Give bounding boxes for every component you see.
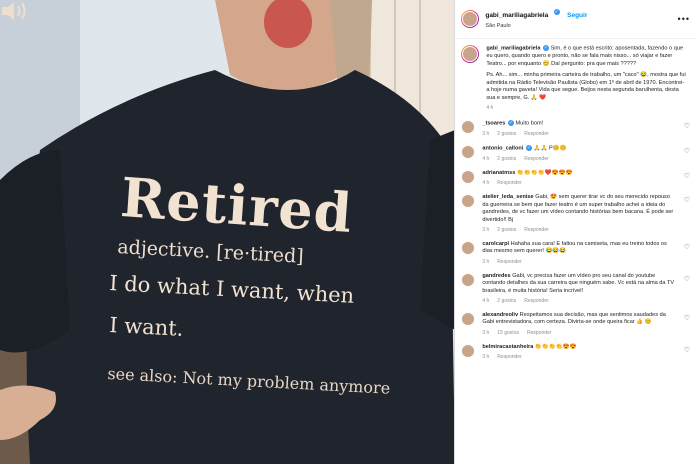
comment-text: 👏👏👏👏❤️😍😍😍 <box>516 170 573 177</box>
caption-text-2: Ps. Ah... sim... minha primeira carteira… <box>486 72 686 102</box>
reply-button[interactable]: Responder <box>524 131 548 137</box>
comment-likes[interactable]: 15 gostos <box>497 330 519 336</box>
comment-avatar[interactable] <box>461 170 476 185</box>
post-photo[interactable]: Retired adjective. [re·tired] I do what … <box>0 0 455 464</box>
reply-button[interactable]: Responder <box>497 259 521 265</box>
comment-avatar[interactable] <box>461 312 476 327</box>
comment-row: belmiracastanheira 👏👏👏👏😍😍 3 h Responder ♡ <box>461 343 690 361</box>
comment-username[interactable]: antonio_calloni <box>482 146 523 152</box>
photo-illustration <box>0 0 455 464</box>
caption-avatar[interactable] <box>461 45 480 63</box>
comment-username[interactable]: atelier_leda_senise <box>482 194 533 200</box>
comment-likes[interactable]: 2 gostos <box>497 227 516 233</box>
comment-time: 4 h <box>482 298 490 305</box>
comment-time: 4 h <box>482 156 490 163</box>
comment-row: adrianatmss 👏👏👏👏❤️😍😍😍 4 h Responder ♡ <box>461 170 690 186</box>
reply-button[interactable]: Responder <box>524 227 548 233</box>
comment-username[interactable]: adrianatmss <box>482 170 515 176</box>
follow-button[interactable]: Seguir <box>567 12 587 19</box>
comment-likes[interactable]: 2 gostos <box>497 298 516 304</box>
header-username[interactable]: gabi_mariliagabriela <box>485 12 548 19</box>
comment-avatar[interactable] <box>461 272 476 287</box>
like-heart-icon[interactable]: ♡ <box>684 346 690 354</box>
reply-button[interactable]: Responder <box>524 298 548 304</box>
comment-text: Gabi, vc precisa fazer um vídeo pro seu … <box>482 272 675 294</box>
reply-button[interactable]: Responder <box>497 354 521 360</box>
comment-time: 3 h <box>482 354 490 361</box>
comment-text: 👏👏👏👏😍😍 <box>534 343 577 350</box>
comment-row: atelier_leda_senise Gabi, 😍 sem querer t… <box>461 194 690 233</box>
comment-username[interactable]: _tsoares <box>482 121 505 127</box>
comment-username[interactable]: gandredes <box>482 273 510 279</box>
like-heart-icon[interactable]: ♡ <box>684 196 690 204</box>
comment-row: carolcarpi Hahaha sua cara! E faltou na … <box>461 241 690 265</box>
reply-button[interactable]: Responder <box>524 156 548 162</box>
avatar[interactable] <box>461 10 480 28</box>
comment-row: _tsoares ✓ Muito bom! 3 h 2 gostos Responde… <box>461 120 690 137</box>
comment-time: 3 h <box>482 258 490 265</box>
like-heart-icon[interactable]: ♡ <box>684 275 690 283</box>
comment-username[interactable]: alexandreoliv <box>482 312 518 318</box>
comment-avatar[interactable] <box>461 343 476 358</box>
reply-button[interactable]: Responder <box>497 180 521 186</box>
caption-username[interactable]: gabi_mariliagabriela <box>486 45 540 51</box>
verified-icon: ✓ <box>507 120 514 127</box>
comment-avatar[interactable] <box>461 120 476 135</box>
location-link[interactable]: São Paulo <box>485 21 587 31</box>
comment-time: 3 h <box>482 329 490 336</box>
more-options-icon[interactable]: ••• <box>678 14 690 24</box>
comment-avatar[interactable] <box>461 145 476 160</box>
comment-likes[interactable]: 2 gostos <box>497 156 516 162</box>
comment-list: _tsoares ✓ Muito bom! 3 h 2 gostos Responde… <box>461 120 690 360</box>
comments-scroll-area[interactable]: gabi_mariliagabriela ✓ Sim, é o que está… <box>455 39 696 464</box>
caption-time: 4 h <box>486 104 494 111</box>
comment-row: antonio_calloni ✓ 🙏🙏 P😊😊 4 h 2 gostos Respo… <box>461 145 690 162</box>
like-heart-icon[interactable]: ♡ <box>684 122 690 130</box>
like-heart-icon[interactable]: ♡ <box>684 147 690 155</box>
comment-text: Hahaha sua cara! E faltou na camiseta, m… <box>482 241 667 255</box>
like-heart-icon[interactable]: ♡ <box>684 314 690 322</box>
comment-avatar[interactable] <box>461 241 476 256</box>
comment-text: 🙏🙏 P😊😊 <box>533 145 567 152</box>
reply-button[interactable]: Responder <box>527 330 551 336</box>
comment-username[interactable]: belmiracastanheira <box>482 344 533 350</box>
like-heart-icon[interactable]: ♡ <box>684 172 690 180</box>
post-header: gabi_mariliagabriela ✓ Seguir São Paulo … <box>455 0 696 39</box>
verified-icon: ✓ <box>543 45 550 51</box>
comment-likes[interactable]: 2 gostos <box>497 131 516 137</box>
comment-time: 4 h <box>482 180 490 187</box>
caption: gabi_mariliagabriela ✓ Sim, é o que está… <box>461 45 690 112</box>
comment-avatar[interactable] <box>461 194 476 209</box>
comment-row: alexandreoliv Respeitamos sua decisão, m… <box>461 312 690 336</box>
comment-time: 3 h <box>482 227 490 234</box>
verified-icon: ✓ <box>553 9 560 16</box>
comment-row: gandredes Gabi, vc precisa fazer um víde… <box>461 272 690 305</box>
like-heart-icon[interactable]: ♡ <box>684 243 690 251</box>
comment-text: Muito bom! <box>515 120 544 127</box>
comment-time: 3 h <box>482 131 490 138</box>
comment-username[interactable]: carolcarpi <box>482 241 509 247</box>
verified-icon: ✓ <box>525 145 532 152</box>
post-side-panel: gabi_mariliagabriela ✓ Seguir São Paulo … <box>454 0 696 464</box>
